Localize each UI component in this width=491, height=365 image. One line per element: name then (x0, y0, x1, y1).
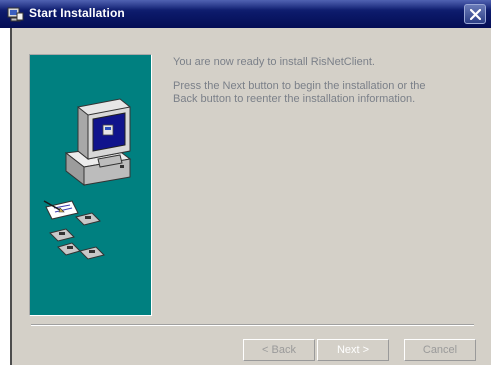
dialog-body: You are now ready to install RisNetClien… (12, 28, 491, 365)
installer-illustration-panel (29, 54, 152, 316)
computer-illustration-icon (43, 98, 132, 260)
install-dialog-window: Start Installation You are now ready to … (0, 0, 491, 365)
window-left-frame (0, 28, 12, 365)
back-button[interactable]: < Back (243, 339, 315, 361)
cancel-button[interactable]: Cancel (404, 339, 476, 361)
close-icon (470, 9, 481, 20)
window-title: Start Installation (29, 6, 125, 20)
installer-icon (7, 7, 24, 22)
title-bar[interactable]: Start Installation (0, 0, 491, 28)
ready-message: You are now ready to install RisNetClien… (173, 56, 375, 68)
close-button[interactable] (464, 4, 486, 24)
button-separator (31, 324, 474, 326)
instructions-text: Press the Next button to begin the insta… (173, 80, 426, 105)
next-button[interactable]: Next > (317, 339, 389, 361)
